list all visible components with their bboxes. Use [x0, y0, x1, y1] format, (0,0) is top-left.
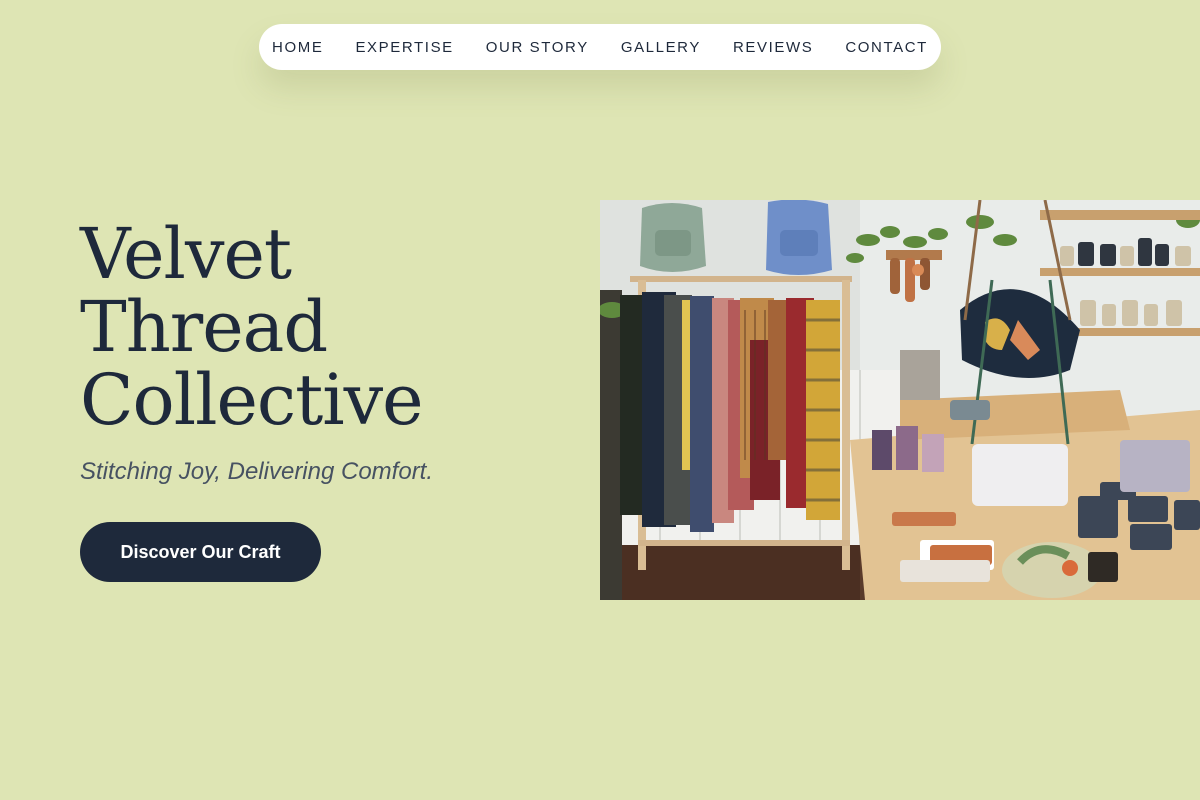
nav-our-story-link[interactable]: OUR STORY [486, 39, 589, 56]
hero-title-line: Velvet [80, 213, 292, 295]
hero-title: Velvet Thread Collective [80, 213, 424, 441]
landing-page: HOME EXPERTISE OUR STORY GALLERY REVIEWS… [0, 0, 1200, 800]
nav-gallery-link[interactable]: GALLERY [621, 39, 701, 56]
nav-reviews-link[interactable]: REVIEWS [733, 39, 813, 56]
top-navigation: HOME EXPERTISE OUR STORY GALLERY REVIEWS… [259, 24, 941, 70]
nav-expertise-link[interactable]: EXPERTISE [355, 39, 453, 56]
hero-title-line: Collective [80, 359, 424, 441]
nav-contact-link[interactable]: CONTACT [845, 39, 928, 56]
hero-tagline: Stitching Joy, Delivering Comfort. [80, 458, 434, 485]
hero-shop-photo [600, 200, 1200, 600]
discover-craft-button[interactable]: Discover Our Craft [80, 522, 321, 582]
shop-interior-illustration [600, 200, 1200, 600]
nav-home-link[interactable]: HOME [272, 39, 323, 56]
hero-title-line: Thread [80, 286, 328, 368]
